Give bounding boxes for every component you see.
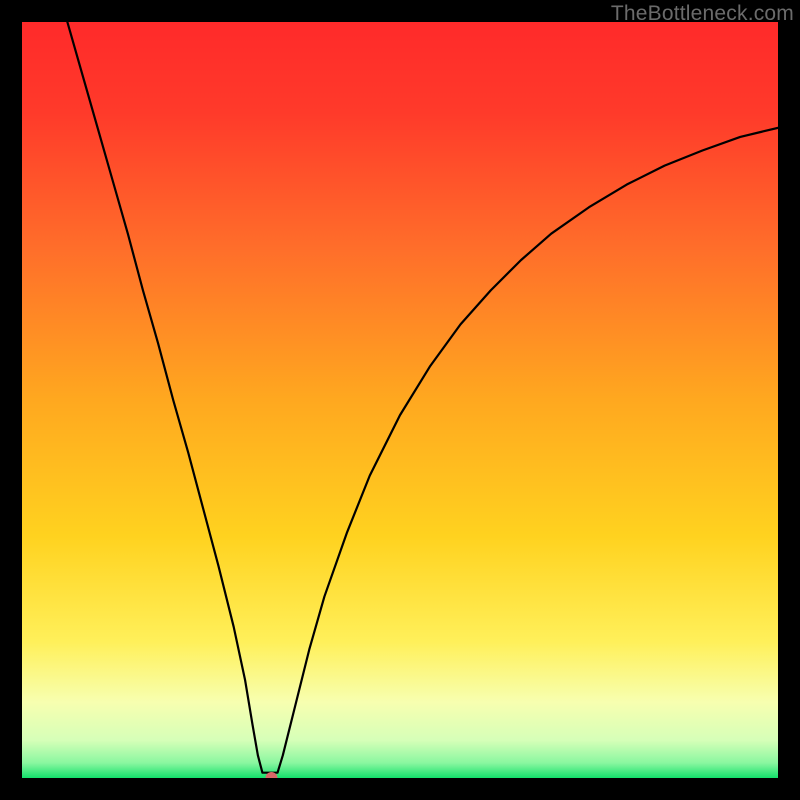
chart-frame [22, 22, 778, 778]
watermark-label: TheBottleneck.com [611, 2, 794, 26]
chart-background [22, 22, 778, 778]
bottleneck-chart [22, 22, 778, 778]
